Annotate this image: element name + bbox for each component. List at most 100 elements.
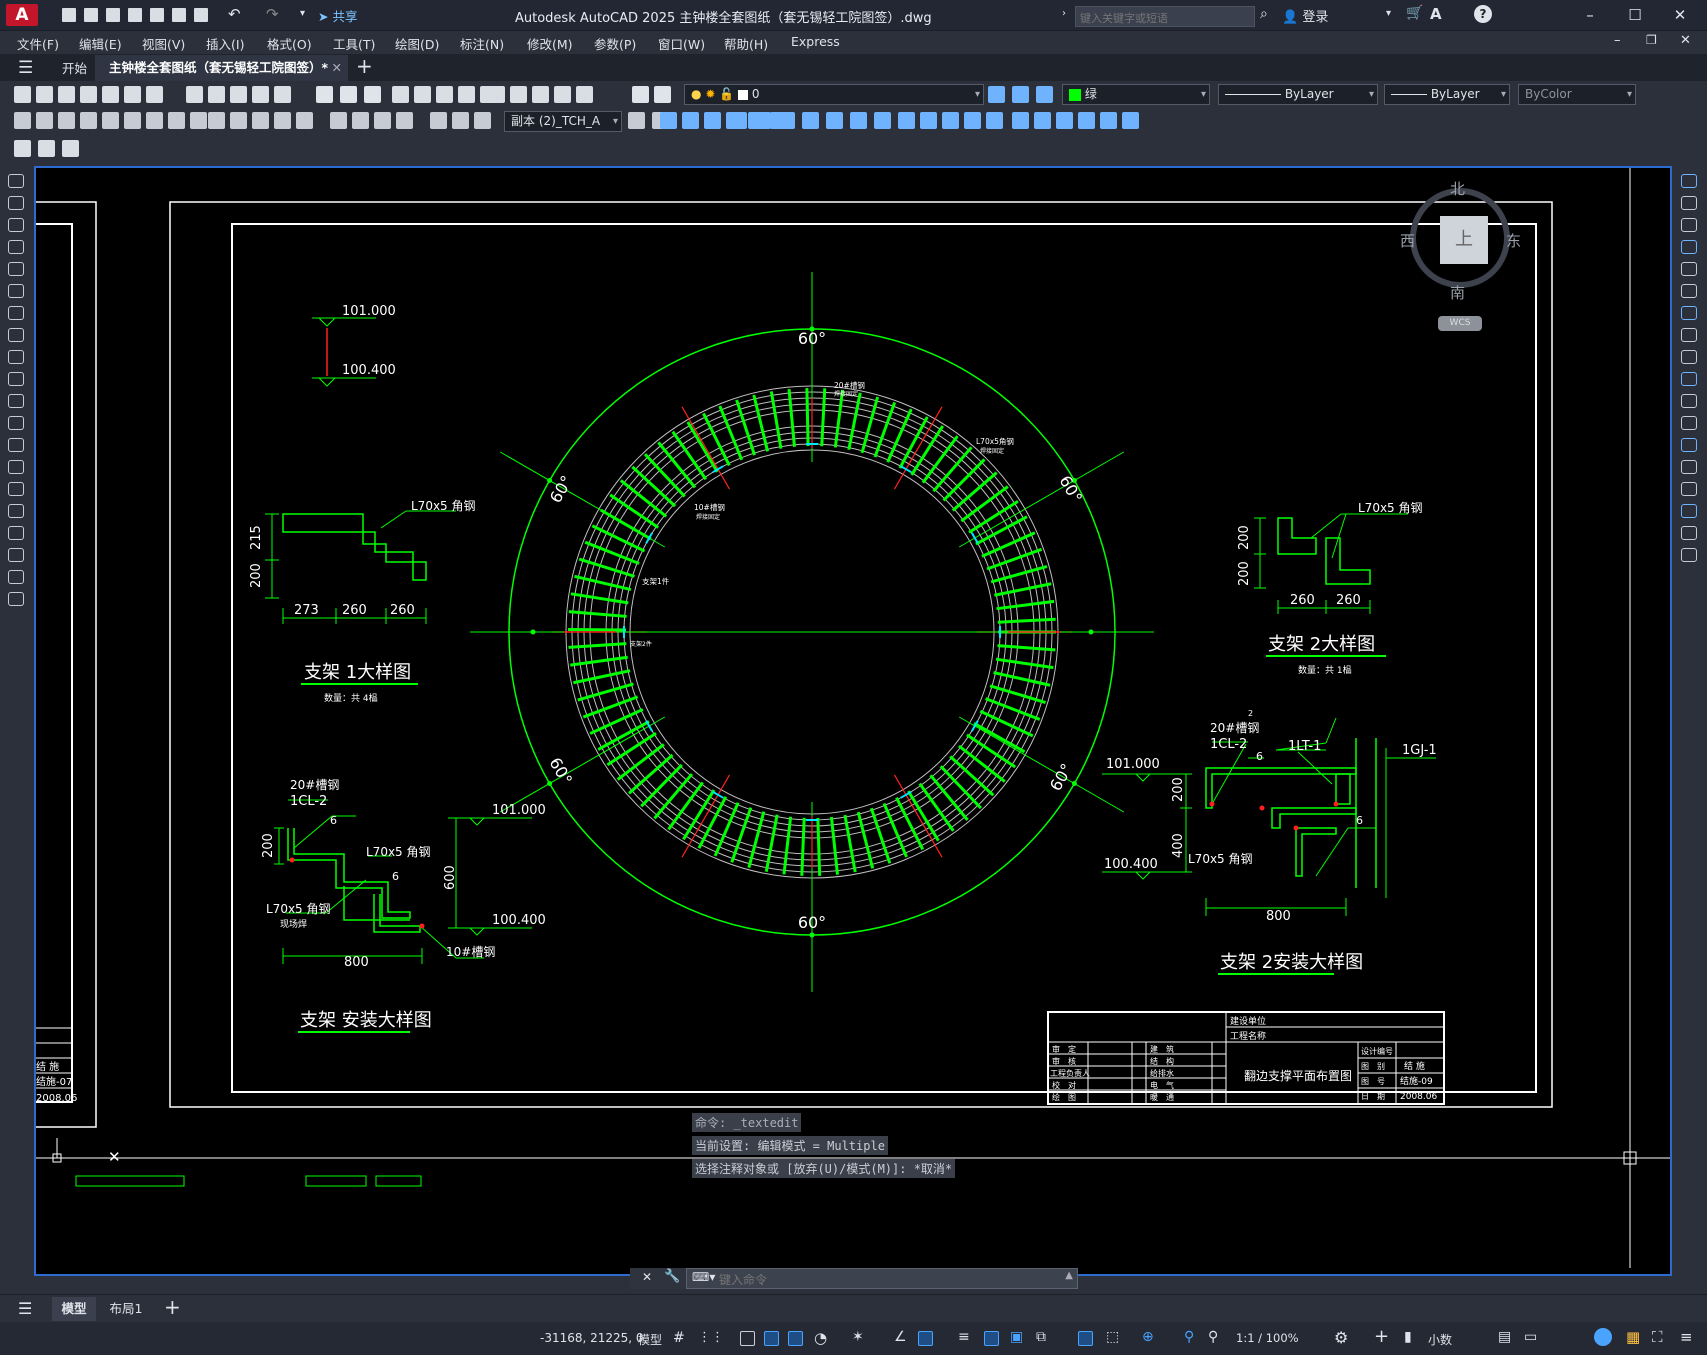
viewcube-east[interactable]: 东: [1506, 230, 1521, 251]
modify-tool-icon[interactable]: [1681, 328, 1697, 342]
toolbar-tool-icon[interactable]: [274, 86, 291, 103]
modify-tool-icon[interactable]: [1681, 284, 1697, 298]
toolbar-tool-icon[interactable]: [14, 86, 31, 103]
viewcube-south[interactable]: 南: [1450, 282, 1465, 303]
modify-tool-icon[interactable]: [1681, 372, 1697, 386]
save-web-icon[interactable]: [172, 8, 186, 22]
undo-icon[interactable]: ↶: [228, 5, 241, 23]
draw-tool-icon[interactable]: [8, 174, 24, 188]
transparency-icon[interactable]: [984, 1331, 999, 1346]
modify-tool-icon[interactable]: [1681, 460, 1697, 474]
toolbar-tool-icon[interactable]: [874, 112, 891, 129]
toolbar-tool-icon[interactable]: [1036, 86, 1053, 103]
toolbar-tool-icon[interactable]: [986, 112, 1003, 129]
toolbar-tool-icon[interactable]: [628, 112, 645, 129]
modify-tool-icon[interactable]: [1681, 504, 1697, 518]
isolate-objects-icon[interactable]: [1594, 1328, 1612, 1346]
annotation-visibility-icon[interactable]: ⚲: [1184, 1329, 1194, 1345]
quick-properties-icon[interactable]: ▤: [1498, 1329, 1511, 1345]
menu-file[interactable]: 文件(F): [17, 34, 59, 53]
modify-tool-icon[interactable]: [1681, 218, 1697, 232]
toolbar-tool-icon[interactable]: [430, 112, 447, 129]
plotstyle-combo[interactable]: ByColor ▾: [1518, 84, 1636, 105]
toolbar-tool-icon[interactable]: [1056, 112, 1073, 129]
modify-tool-icon[interactable]: [1681, 416, 1697, 430]
toolbar-tool-icon[interactable]: [190, 112, 207, 129]
command-prompt-icon[interactable]: ⌨▾: [692, 1270, 715, 1284]
toolbar-tool-icon[interactable]: [396, 112, 413, 129]
toolbar-tool-icon[interactable]: [488, 86, 505, 103]
menu-dimension[interactable]: 标注(N): [460, 34, 504, 53]
modify-tool-icon[interactable]: [1681, 350, 1697, 364]
toolbar-tool-icon[interactable]: [352, 112, 369, 129]
toolbar-tool-icon[interactable]: [414, 86, 431, 103]
toolbar-tool-icon[interactable]: [802, 112, 819, 129]
color-combo[interactable]: 绿 ▾: [1062, 84, 1210, 105]
toolbar-tool-icon[interactable]: [102, 86, 119, 103]
draw-tool-icon[interactable]: [8, 306, 24, 320]
toolbar-tool-icon[interactable]: [14, 112, 31, 129]
doc-restore-icon[interactable]: ❐: [1646, 33, 1657, 47]
toolbar-tool-icon[interactable]: [58, 86, 75, 103]
draw-tool-icon[interactable]: [8, 350, 24, 364]
toolbar-tool-icon[interactable]: [988, 86, 1005, 103]
toolbar-tool-icon[interactable]: [554, 86, 571, 103]
toolbar-tool-icon[interactable]: [510, 86, 527, 103]
menu-edit[interactable]: 编辑(E): [79, 34, 122, 53]
search-icon[interactable]: ⌕: [1260, 6, 1268, 22]
toolbar-tool-icon[interactable]: [146, 112, 163, 129]
draw-tool-icon[interactable]: [8, 526, 24, 540]
toolbar-tool-icon[interactable]: [14, 140, 31, 157]
toolbar-tool-icon[interactable]: [632, 86, 649, 103]
modify-tool-icon[interactable]: [1681, 240, 1697, 254]
help-icon[interactable]: ?: [1474, 5, 1492, 23]
draw-tool-icon[interactable]: [8, 394, 24, 408]
toolbar-tool-icon[interactable]: [654, 86, 671, 103]
toolbar-tool-icon[interactable]: [80, 86, 97, 103]
toolbar-tool-icon[interactable]: [252, 112, 269, 129]
toolbar-tool-icon[interactable]: [826, 112, 843, 129]
menu-help[interactable]: 帮助(H): [724, 34, 768, 53]
maximize-window-button[interactable]: ☐: [1620, 4, 1650, 26]
redo-icon[interactable]: ↷: [266, 5, 279, 23]
toolbar-tool-icon[interactable]: [316, 86, 333, 103]
annotation-monitor-icon[interactable]: +: [1374, 1326, 1389, 1347]
viewcube-top-face[interactable]: 上: [1440, 216, 1488, 264]
layer-combo[interactable]: ● ✹ 🔓 0 ▾: [684, 84, 984, 105]
workspace-gear-icon[interactable]: ⚙: [1334, 1328, 1348, 1347]
coordinates-readout[interactable]: -31168, 21225, 0: [540, 1331, 644, 1345]
infer-constraints-icon[interactable]: [740, 1331, 755, 1346]
object-snap-icon[interactable]: [918, 1331, 933, 1346]
selection-cycling-icon[interactable]: ▣: [1010, 1329, 1023, 1345]
menu-modify[interactable]: 修改(M): [527, 34, 573, 53]
modify-tool-icon[interactable]: [1681, 262, 1697, 276]
draw-tool-icon[interactable]: [8, 570, 24, 584]
toolbar-tool-icon[interactable]: [850, 112, 867, 129]
draw-tool-icon[interactable]: [8, 262, 24, 276]
annotation-scale[interactable]: 1:1 / 100%: [1236, 1331, 1299, 1345]
draw-tool-icon[interactable]: [8, 504, 24, 518]
toolbar-tool-icon[interactable]: [436, 86, 453, 103]
draw-tool-icon[interactable]: [8, 240, 24, 254]
viewcube-north[interactable]: 北: [1450, 178, 1465, 199]
3d-osnap-icon[interactable]: ⧉: [1036, 1329, 1046, 1345]
hamburger-menu-icon[interactable]: ☰: [18, 58, 33, 78]
tab-document[interactable]: 主钟楼全套图纸（套无锡轻工院图签）* ✕: [95, 55, 348, 81]
toolbar-tool-icon[interactable]: [80, 112, 97, 129]
toolbar-tool-icon[interactable]: [124, 86, 141, 103]
toolbar-tool-icon[interactable]: [474, 112, 491, 129]
app-menu-button[interactable]: A: [6, 4, 38, 26]
toolbar-tool-icon[interactable]: [754, 112, 771, 129]
model-space-toggle[interactable]: 模型: [638, 1331, 662, 1348]
modify-tool-icon[interactable]: [1681, 438, 1697, 452]
gizmo-icon[interactable]: ⊕: [1142, 1329, 1154, 1345]
polar-tracking-icon[interactable]: ◔: [814, 1329, 827, 1347]
toolbar-tool-icon[interactable]: [58, 112, 75, 129]
toolbar-tool-icon[interactable]: [458, 86, 475, 103]
customize-dropdown-icon[interactable]: ▾: [300, 8, 305, 19]
menu-draw[interactable]: 绘图(D): [395, 34, 439, 53]
user-button[interactable]: 👤 登录: [1282, 6, 1328, 25]
toolbar-tool-icon[interactable]: [942, 112, 959, 129]
share-button[interactable]: ➤ 共享: [318, 6, 357, 25]
toolbar-tool-icon[interactable]: [1012, 86, 1029, 103]
